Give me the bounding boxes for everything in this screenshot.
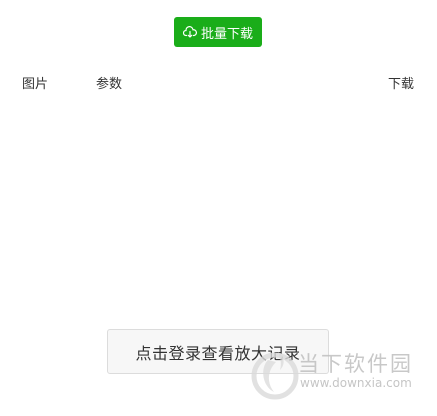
table-header: 图片 参数 下载	[0, 74, 437, 96]
column-header-download: 下载	[388, 77, 415, 92]
cloud-download-icon	[182, 25, 197, 39]
batch-download-button[interactable]: 批量下载	[174, 17, 262, 47]
column-header-image: 图片	[22, 77, 49, 92]
login-to-view-button[interactable]: 点击登录查看放大记录	[107, 329, 329, 374]
batch-download-label: 批量下载	[200, 26, 253, 42]
login-to-view-label: 点击登录查看放大记录	[135, 343, 301, 363]
column-header-params: 参数	[96, 77, 123, 92]
watermark-url: www.downxia.com	[300, 376, 412, 390]
